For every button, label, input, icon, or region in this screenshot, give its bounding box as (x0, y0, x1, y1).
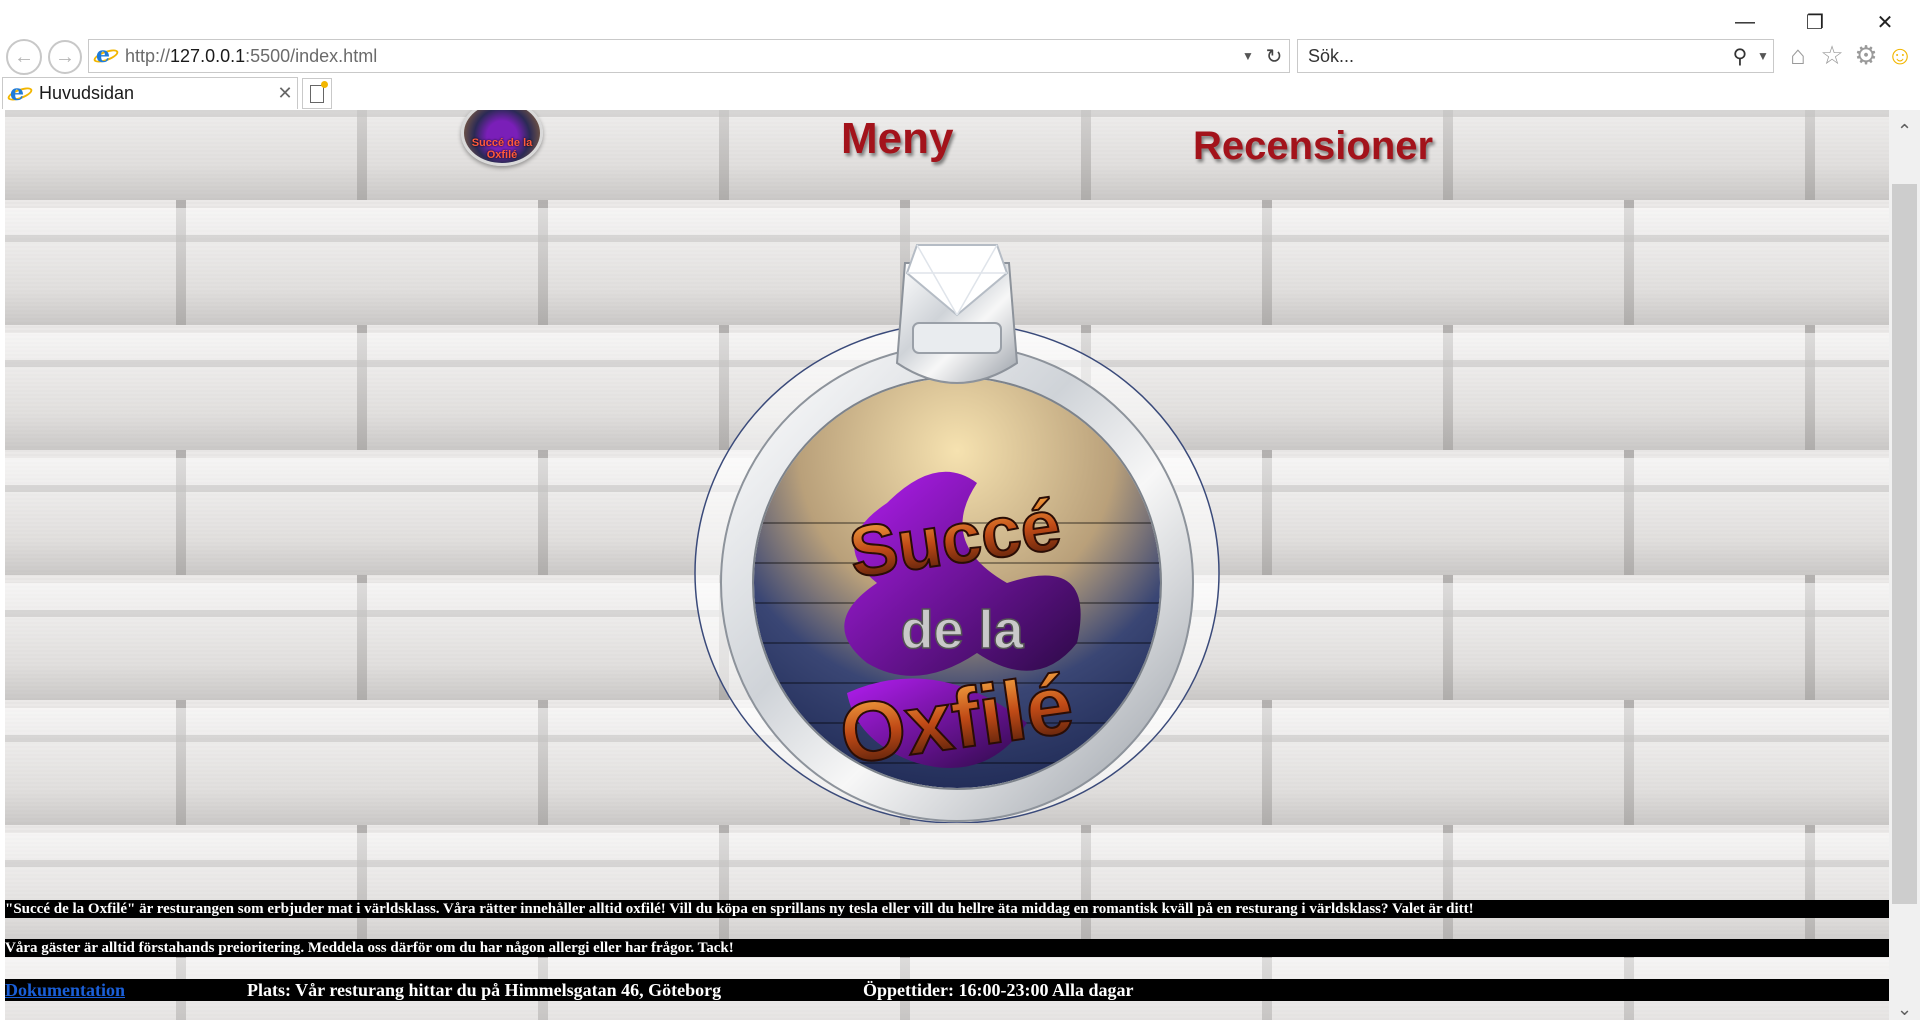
window-controls: — ❐ ✕ (1710, 0, 1920, 44)
search-dropdown-icon[interactable]: ▼ (1753, 49, 1773, 63)
back-button[interactable]: ← (6, 39, 42, 75)
restore-icon[interactable]: ❐ (1780, 0, 1850, 44)
address-bar[interactable]: e http://127.0.0.1:5500/index.html ▼ ↻ (88, 39, 1290, 73)
location-text: Plats: Vår resturang hittar du på Himmel… (247, 980, 722, 1000)
scroll-thumb[interactable] (1892, 184, 1917, 904)
tab-title: Huvudsidan (39, 83, 135, 103)
documentation-link[interactable]: Dokumentation (5, 979, 125, 1001)
refresh-icon[interactable]: ↻ (1259, 44, 1289, 69)
page-footer: Dokumentation Plats: Vår resturang hitta… (5, 979, 1889, 1001)
toolbar-icons: ⌂ ☆ ⚙ ☺ (1784, 40, 1914, 70)
tab-huvudsidan[interactable]: e Huvudsidan ✕ (2, 77, 298, 109)
site-logo[interactable]: Succé de la Oxfilé (461, 110, 543, 166)
hero-ring-svg: Succé de la Oxfilé (694, 244, 1220, 824)
opening-hours-text: Öppettider: 16:00-23:00 Alla dagar (863, 980, 1134, 1000)
url-rest: :5500/index.html (245, 45, 378, 66)
address-dropdown-icon[interactable]: ▼ (1237, 49, 1259, 63)
close-window-icon[interactable]: ✕ (1850, 0, 1920, 44)
home-icon[interactable]: ⌂ (1784, 40, 1812, 70)
search-box[interactable]: ⚲ ▼ (1297, 39, 1774, 73)
logo-text: Succé de la Oxfilé (471, 137, 533, 161)
intro-text: "Succé de la Oxfilé" är resturangen som … (5, 900, 1889, 918)
hero-text-delal: de la (900, 600, 1024, 660)
nav-link-recensioner[interactable]: Recensioner (1193, 124, 1433, 169)
scroll-up-icon[interactable]: ⌃ (1889, 116, 1920, 146)
page-viewport: Succé de la Oxfilé Meny Recensioner Succ… (5, 110, 1889, 1020)
forward-button[interactable]: → (48, 40, 82, 74)
tab-close-icon[interactable]: ✕ (273, 83, 297, 104)
feedback-smiley-icon[interactable]: ☺ (1886, 40, 1914, 70)
hero-ring-logo: Succé de la Oxfilé (677, 223, 1237, 824)
favorites-star-icon[interactable]: ☆ (1818, 40, 1846, 70)
search-icon[interactable]: ⚲ (1727, 44, 1753, 69)
vertical-scrollbar[interactable]: ⌃ ⌄ (1889, 110, 1920, 1020)
ie-page-icon: e (92, 43, 120, 67)
browser-chrome: — ❐ ✕ ← → e http://127.0.0.1:5500/index.… (0, 0, 1920, 110)
arrow-right-icon: → (55, 45, 75, 68)
nav-link-meny[interactable]: Meny (841, 114, 953, 164)
ie-tab-icon: e (6, 81, 34, 105)
new-tab-icon (310, 80, 328, 103)
minimize-icon[interactable]: — (1710, 0, 1780, 44)
guests-text: Våra gäster är alltid förstahands preior… (5, 939, 1889, 957)
settings-gear-icon[interactable]: ⚙ (1852, 40, 1880, 70)
new-tab-button[interactable] (302, 78, 332, 109)
url-prefix: http:// (125, 45, 171, 66)
search-input[interactable] (1308, 45, 1727, 67)
url-host: 127.0.0.1 (170, 45, 246, 66)
url-text[interactable]: http://127.0.0.1:5500/index.html (125, 46, 1237, 67)
arrow-left-icon: ← (14, 45, 34, 68)
